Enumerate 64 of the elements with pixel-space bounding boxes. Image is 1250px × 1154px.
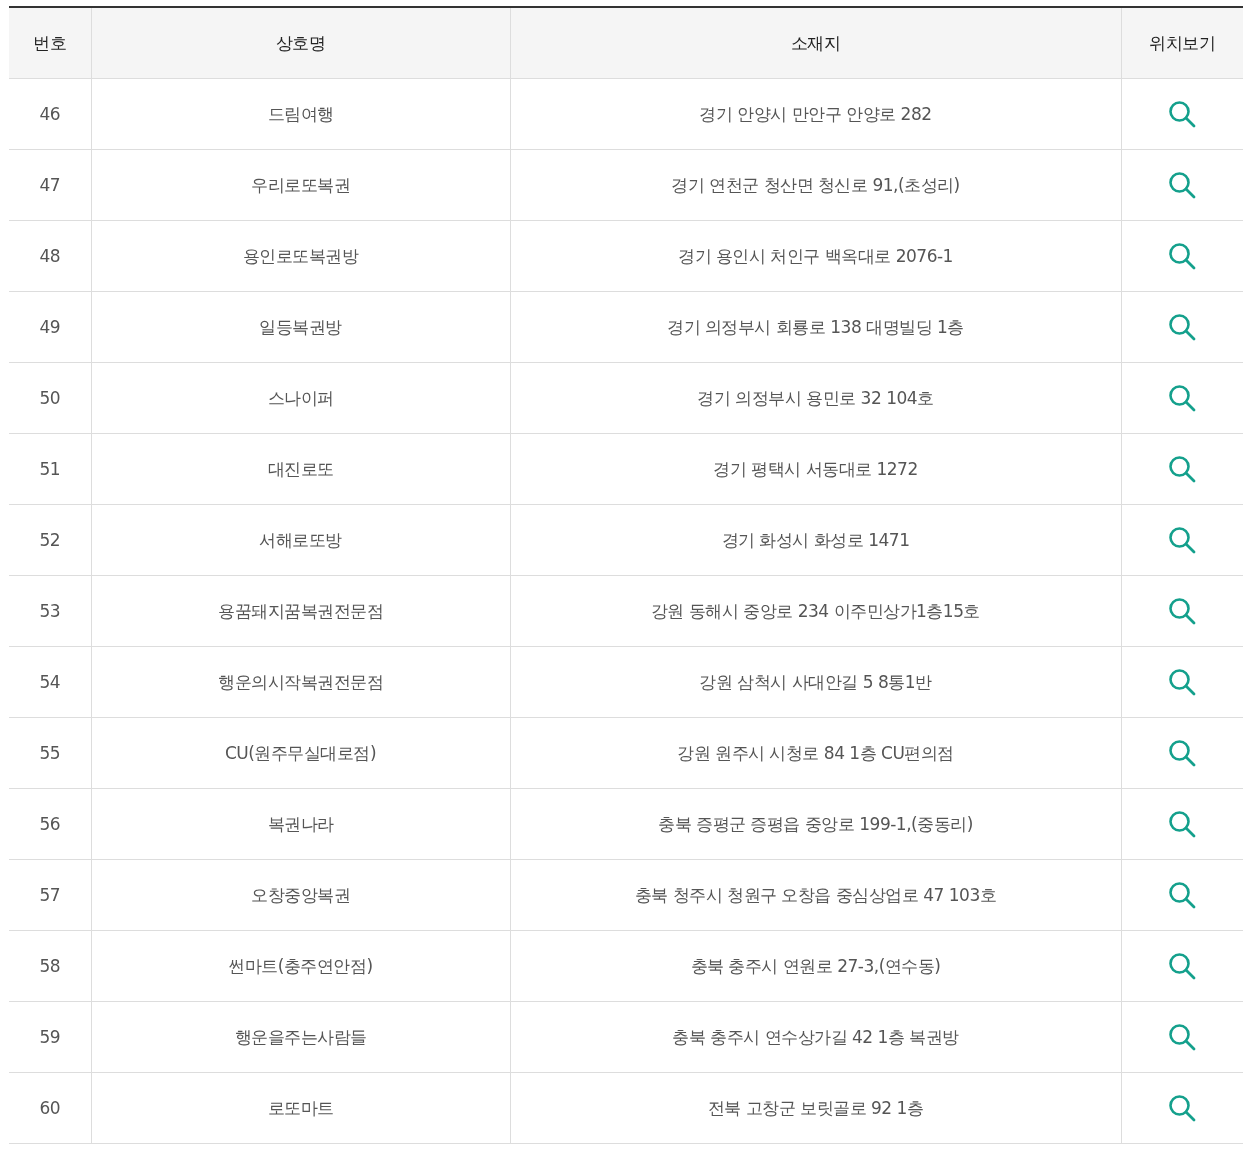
shop-address: 충북 충주시 연수상가길 42 1층 복권방: [672, 1026, 959, 1047]
search-icon[interactable]: [1168, 668, 1197, 696]
shop-address: 전북 고창군 보릿골로 92 1층: [707, 1097, 924, 1118]
shop-name: 드림여행: [267, 103, 334, 124]
shop-address: 경기 평택시 서동대로 1272: [713, 458, 918, 479]
search-icon[interactable]: [1168, 526, 1197, 554]
search-icon[interactable]: [1168, 242, 1197, 270]
shop-address: 경기 의정부시 회룡로 138 대명빌딩 1층: [667, 316, 964, 337]
row-number: 60: [39, 1098, 61, 1118]
row-number: 50: [39, 388, 61, 408]
row-number: 47: [39, 175, 61, 195]
search-icon[interactable]: [1168, 1023, 1197, 1051]
row-number: 46: [39, 104, 61, 124]
row-number: 48: [39, 246, 61, 266]
shop-name: 스나이퍼: [267, 387, 334, 408]
row-number: 59: [39, 1027, 61, 1047]
column-header: 위치보기: [1149, 32, 1216, 53]
shop-address: 경기 화성시 화성로 1471: [721, 529, 910, 550]
search-icon[interactable]: [1168, 100, 1197, 128]
shop-name: CU(원주무실대로점): [224, 742, 377, 763]
shop-address: 충북 증평군 증평읍 중앙로 199-1,(중동리): [658, 813, 973, 834]
column-header: 소재지: [790, 32, 841, 53]
shop-name: 서해로또방: [259, 529, 342, 550]
shop-address: 경기 연천군 청산면 청신로 91,(초성리): [671, 174, 960, 195]
search-icon[interactable]: [1168, 810, 1197, 838]
row-number: 49: [39, 317, 61, 337]
row-number: 52: [39, 530, 61, 550]
row-number: 56: [39, 814, 61, 834]
shop-address: 충북 충주시 연원로 27-3,(연수동): [690, 955, 941, 976]
row-number: 57: [39, 885, 61, 905]
search-icon[interactable]: [1168, 171, 1197, 199]
search-icon[interactable]: [1168, 597, 1197, 625]
search-icon[interactable]: [1168, 455, 1197, 483]
shop-address: 충북 청주시 청원구 오창읍 중심상업로 47 103호: [634, 884, 997, 905]
shop-name: 일등복권방: [259, 316, 342, 337]
shop-address: 강원 원주시 시청로 84 1층 CU편의점: [677, 742, 954, 763]
shop-address: 강원 동해시 중앙로 234 이주민상가1층15호: [651, 600, 980, 621]
search-icon[interactable]: [1168, 881, 1197, 909]
search-icon[interactable]: [1168, 313, 1197, 341]
row-number: 55: [39, 743, 61, 763]
shop-name: 대진로또: [267, 458, 334, 479]
shop-address: 경기 용인시 처인구 백옥대로 2076-1: [678, 245, 953, 266]
search-icon[interactable]: [1168, 739, 1197, 767]
shop-name: 행운을주는사람들: [234, 1026, 367, 1047]
shop-name: 썬마트(충주연안점): [228, 955, 373, 976]
row-number: 54: [39, 672, 61, 692]
shop-name: 로또마트: [267, 1097, 334, 1118]
column-header: 번호: [33, 32, 67, 53]
shop-name: 용인로또복권방: [242, 245, 359, 266]
row-number: 53: [39, 601, 61, 621]
column-header: 상호명: [275, 32, 326, 53]
search-icon[interactable]: [1168, 952, 1197, 980]
shop-address: 강원 삼척시 사대안길 5 8통1반: [699, 671, 932, 692]
shop-address: 경기 의정부시 용민로 32 104호: [697, 387, 934, 408]
shop-address: 경기 안양시 만안구 안양로 282: [699, 103, 932, 124]
search-icon[interactable]: [1168, 384, 1197, 412]
row-number: 58: [39, 956, 61, 976]
shop-name: 행운의시작복권전문점: [218, 671, 383, 692]
shop-name: 복권나라: [267, 813, 334, 834]
row-number: 51: [39, 459, 61, 479]
shop-name: 용꿈돼지꿈복권전문점: [218, 600, 383, 621]
shop-name: 우리로또복권: [251, 174, 350, 195]
shop-name: 오창중앙복권: [251, 884, 350, 905]
search-icon[interactable]: [1168, 1094, 1197, 1122]
